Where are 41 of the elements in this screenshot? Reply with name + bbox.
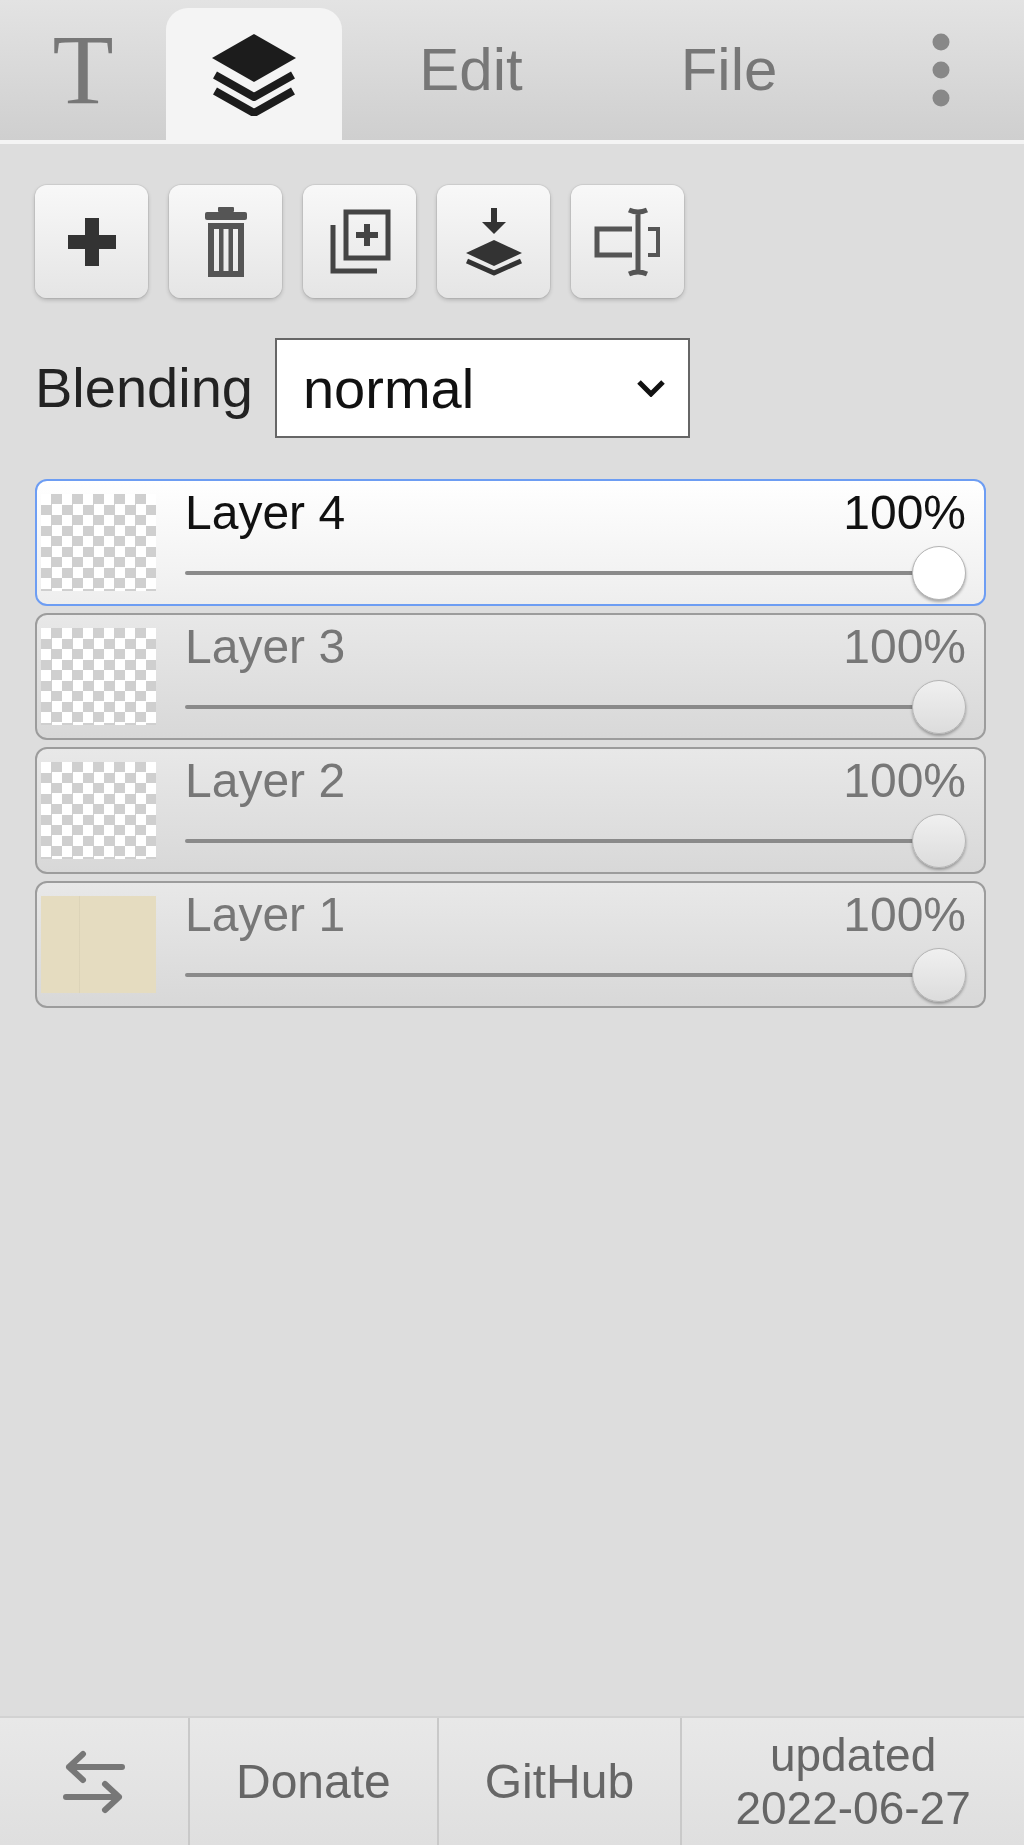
updated-date-text: updated 2022-06-27 <box>680 1718 1024 1845</box>
plus-icon <box>67 217 116 266</box>
menu-tab[interactable]: Edit <box>342 0 600 140</box>
delete-layer-button[interactable] <box>169 185 282 298</box>
layers-icon <box>210 32 298 116</box>
layer-name: Layer 3 <box>185 619 346 674</box>
layer-name: Layer 2 <box>185 753 346 808</box>
rename-layer-button[interactable] <box>571 185 684 298</box>
text-tool-tab[interactable]: T <box>0 0 166 140</box>
chevron-down-icon <box>635 379 666 397</box>
swap-arrows-icon <box>62 1748 126 1815</box>
more-options-icon <box>932 33 950 107</box>
slider-thumb[interactable] <box>912 814 966 868</box>
opacity-slider[interactable] <box>185 814 966 868</box>
slider-thumb[interactable] <box>912 546 966 600</box>
duplicate-icon <box>328 208 391 275</box>
footer-link[interactable]: GitHub <box>436 1718 681 1845</box>
slider-thumb[interactable] <box>912 948 966 1002</box>
opacity-slider[interactable] <box>185 680 966 734</box>
opacity-value: 100% <box>843 485 966 540</box>
blending-select[interactable]: normal <box>274 338 690 438</box>
layers-tab[interactable] <box>166 8 342 140</box>
slider-thumb[interactable] <box>912 680 966 734</box>
opacity-value: 100% <box>843 619 966 674</box>
add-layer-button[interactable] <box>35 185 148 298</box>
layer-name: Layer 1 <box>185 887 346 942</box>
opacity-value: 100% <box>843 753 966 808</box>
merge-down-icon <box>463 207 524 276</box>
opacity-value: 100% <box>843 887 966 942</box>
duplicate-layer-button[interactable] <box>303 185 416 298</box>
layer-row[interactable]: Layer 4 100% <box>35 479 986 606</box>
menu-tab[interactable]: File <box>600 0 858 140</box>
opacity-slider[interactable] <box>185 546 966 600</box>
merge-down-layer-button[interactable] <box>437 185 550 298</box>
layer-row[interactable]: Layer 3 100% <box>35 613 986 740</box>
layer-name: Layer 4 <box>185 485 346 540</box>
opacity-slider[interactable] <box>185 948 966 1002</box>
trash-icon <box>203 206 248 277</box>
layer-row[interactable]: Layer 1 100% <box>35 881 986 1008</box>
layer-row[interactable]: Layer 2 100% <box>35 747 986 874</box>
footer-link[interactable]: Donate <box>188 1718 437 1845</box>
